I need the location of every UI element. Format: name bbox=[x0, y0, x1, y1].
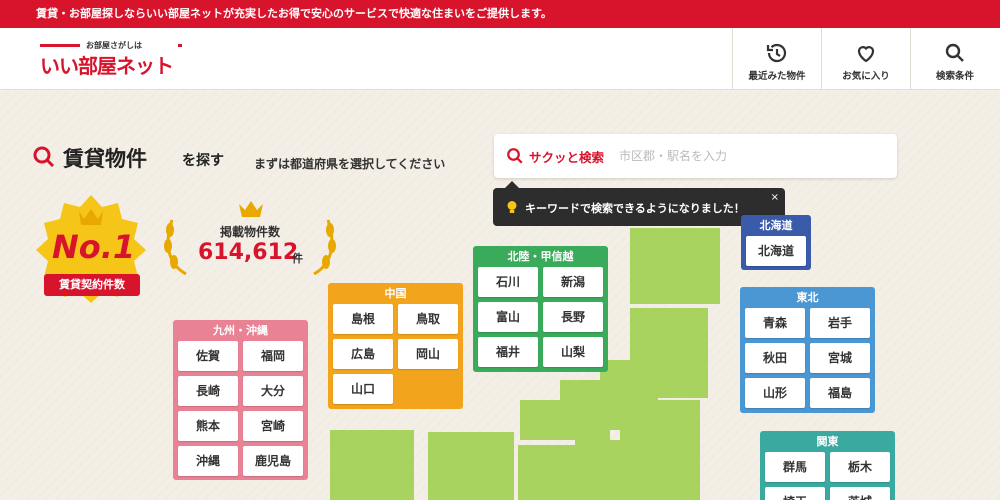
pref-button[interactable]: 茨城 bbox=[830, 487, 890, 500]
title-subtext: まずは都道府県を選択してください bbox=[254, 157, 446, 171]
region-title: 北海道 bbox=[759, 219, 793, 232]
pref-button[interactable]: 埼玉 bbox=[765, 487, 825, 500]
close-icon[interactable]: × bbox=[771, 192, 779, 203]
listing-count-label: 掲載物件数 bbox=[219, 225, 280, 239]
pref-button[interactable]: 鳥取 bbox=[398, 304, 458, 334]
lightbulb-icon bbox=[507, 201, 517, 213]
quick-search-box[interactable]: サクッと検索 bbox=[494, 134, 897, 178]
pref-button[interactable]: 長崎 bbox=[178, 376, 238, 406]
pref-button[interactable]: 佐賀 bbox=[178, 341, 238, 371]
pref-button[interactable]: 宮城 bbox=[810, 343, 870, 373]
map-chugoku[interactable] bbox=[428, 432, 514, 500]
pref-button[interactable]: 沖縄 bbox=[178, 446, 238, 476]
title-main: 賃貸物件 bbox=[63, 147, 147, 171]
nav-label: お気に入り bbox=[842, 71, 890, 82]
quick-search-input[interactable] bbox=[619, 144, 879, 168]
tooltip-text: キーワードで検索できるようになりました！ bbox=[525, 202, 745, 215]
region-title: 九州・沖縄 bbox=[213, 324, 268, 337]
nav-label: 検索条件 bbox=[935, 71, 974, 82]
map-kanto[interactable] bbox=[620, 400, 700, 500]
heart-icon bbox=[857, 46, 875, 63]
pref-button[interactable]: 長野 bbox=[543, 302, 603, 332]
pref-button[interactable]: 福井 bbox=[478, 337, 538, 367]
pref-button[interactable]: 山口 bbox=[333, 374, 393, 404]
region-kyushu-okinawa: 九州・沖縄 佐賀 福岡 長崎 大分 熊本 宮崎 沖縄 鹿児島 bbox=[173, 320, 308, 480]
region-tohoku: 東北 青森 岩手 秋田 宮城 山形 福島 bbox=[740, 287, 875, 413]
pref-button[interactable]: 山形 bbox=[745, 378, 805, 408]
crown-icon bbox=[239, 201, 263, 217]
history-icon bbox=[766, 43, 787, 63]
nav-search-conditions[interactable]: 検索条件 bbox=[910, 28, 999, 89]
pref-button[interactable]: 岡山 bbox=[398, 339, 458, 369]
region-hokkaido: 北海道 北海道 bbox=[741, 215, 811, 270]
pref-button[interactable]: 石川 bbox=[478, 267, 538, 297]
quick-search-label: サクッと検索 bbox=[529, 150, 605, 165]
pref-button[interactable]: 島根 bbox=[333, 304, 393, 334]
pref-button[interactable]: 福島 bbox=[810, 378, 870, 408]
map-hokkaido[interactable] bbox=[630, 228, 720, 304]
region-title: 関東 bbox=[816, 435, 839, 448]
region-title: 中国 bbox=[384, 287, 407, 300]
pref-button[interactable]: 鹿児島 bbox=[243, 446, 303, 476]
pref-button[interactable]: 山梨 bbox=[543, 337, 603, 367]
pref-button[interactable]: 福岡 bbox=[243, 341, 303, 371]
region-title: 北陸・甲信越 bbox=[507, 250, 574, 263]
nav-favorites[interactable]: お気に入り bbox=[821, 28, 910, 89]
logo-bar bbox=[178, 44, 182, 47]
pref-button[interactable]: 栃木 bbox=[830, 452, 890, 482]
pref-button[interactable]: 熊本 bbox=[178, 411, 238, 441]
title-suffix: を探す bbox=[182, 153, 224, 169]
pref-button[interactable]: 宮崎 bbox=[243, 411, 303, 441]
map-chubu[interactable] bbox=[575, 440, 625, 500]
search-icon bbox=[945, 43, 964, 62]
badge-label: 賃貸契約件数 bbox=[44, 274, 140, 296]
map-kinki[interactable] bbox=[518, 445, 576, 500]
pref-button[interactable]: 北海道 bbox=[746, 236, 806, 266]
map-kyushu[interactable] bbox=[330, 430, 414, 500]
pref-button[interactable]: 秋田 bbox=[745, 343, 805, 373]
pref-button[interactable]: 大分 bbox=[243, 376, 303, 406]
search-icon bbox=[507, 148, 523, 164]
nav-recently-viewed[interactable]: 最近みた物件 bbox=[732, 28, 821, 89]
region-hokuriku-koshinetsu: 北陸・甲信越 石川 新潟 富山 長野 福井 山梨 bbox=[473, 246, 608, 372]
logo[interactable]: お部屋さがしは いい部屋ネット bbox=[40, 40, 182, 80]
region-kanto: 関東 群馬 栃木 埼玉 茨城 bbox=[760, 431, 895, 500]
pref-button[interactable]: 新潟 bbox=[543, 267, 603, 297]
map-hokuriku-west[interactable] bbox=[520, 400, 580, 440]
top-banner: 賃貸・お部屋探しならいい部屋ネットが充実したお得で安心のサービスで快適な住まいを… bbox=[0, 0, 1000, 28]
listing-count: 掲載物件数 614,612 件 bbox=[160, 200, 340, 280]
logo-bar bbox=[40, 44, 80, 47]
listing-count-unit: 件 bbox=[292, 252, 303, 265]
region-chugoku: 中国 島根 鳥取 広島 岡山 山口 bbox=[328, 283, 463, 409]
region-title: 東北 bbox=[796, 291, 819, 304]
nav-label: 最近みた物件 bbox=[748, 71, 806, 82]
pref-button[interactable]: 青森 bbox=[745, 308, 805, 338]
pref-button[interactable]: 富山 bbox=[478, 302, 538, 332]
logo-text: いい部屋ネット bbox=[40, 54, 174, 78]
pref-button[interactable]: 群馬 bbox=[765, 452, 825, 482]
header: お部屋さがしは いい部屋ネット 最近みた物件 お気に入り 検索条件 bbox=[0, 28, 1000, 90]
pref-button[interactable]: 岩手 bbox=[810, 308, 870, 338]
search-icon bbox=[33, 146, 55, 168]
pref-button[interactable]: 広島 bbox=[333, 339, 393, 369]
listing-count-value: 614,612 bbox=[198, 240, 299, 265]
badge-rank: No.1 bbox=[52, 228, 136, 266]
